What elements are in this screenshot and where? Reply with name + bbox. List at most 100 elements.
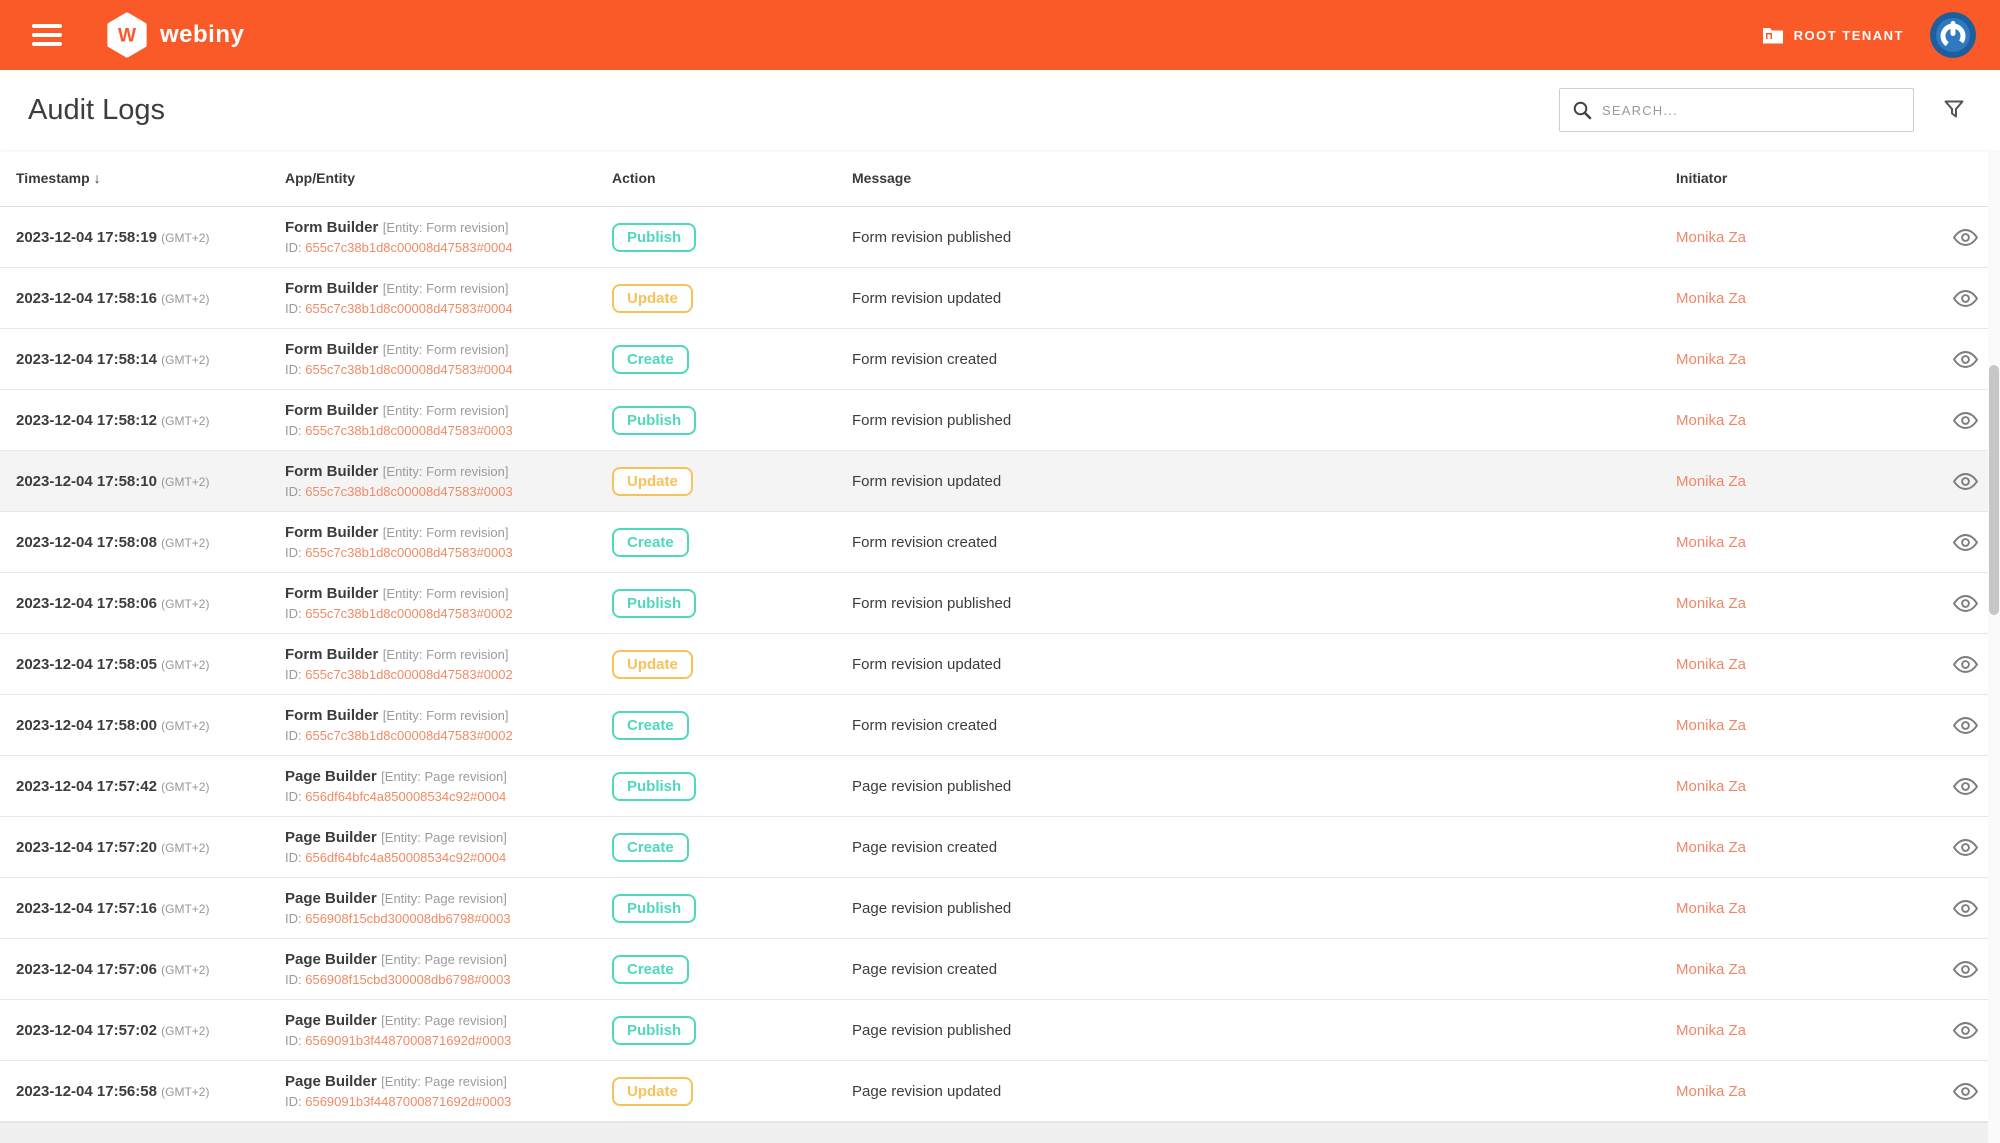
app-entity-cell: Page Builder [Entity: Page revision] ID:… xyxy=(285,948,612,990)
col-header-app-entity[interactable]: App/Entity xyxy=(285,170,612,186)
initiator-cell: Monika Za xyxy=(1676,1083,1930,1100)
action-cell: Update xyxy=(612,1077,852,1106)
table-row[interactable]: 2023-12-04 17:58:05 (GMT+2) Form Builder… xyxy=(0,634,2000,695)
brand-name: webiny xyxy=(160,21,244,49)
folder-icon xyxy=(1762,26,1784,44)
vertical-scrollbar-thumb[interactable] xyxy=(1989,365,1999,615)
message-cell: Form revision created xyxy=(852,534,1676,551)
table-row[interactable]: 2023-12-04 17:57:02 (GMT+2) Page Builder… xyxy=(0,1000,2000,1061)
message-cell: Page revision published xyxy=(852,1022,1676,1039)
app-entity-cell: Page Builder [Entity: Page revision] ID:… xyxy=(285,1070,612,1112)
action-cell: Update xyxy=(612,284,852,313)
webiny-logo[interactable]: W webiny xyxy=(104,12,244,58)
action-cell: Update xyxy=(612,467,852,496)
action-cell: Publish xyxy=(612,772,852,801)
message-cell: Page revision published xyxy=(852,778,1676,795)
table-row[interactable]: 2023-12-04 17:56:58 (GMT+2) Page Builder… xyxy=(0,1061,2000,1122)
search-box[interactable] xyxy=(1559,88,1914,132)
initiator-cell: Monika Za xyxy=(1676,1022,1930,1039)
table-row[interactable]: 2023-12-04 17:58:00 (GMT+2) Form Builder… xyxy=(0,695,2000,756)
filter-funnel-icon xyxy=(1942,98,1966,122)
timestamp-cell: 2023-12-04 17:57:20 (GMT+2) xyxy=(16,839,285,856)
action-badge: Publish xyxy=(612,223,696,252)
message-cell: Form revision published xyxy=(852,595,1676,612)
table-row[interactable]: 2023-12-04 17:58:16 (GMT+2) Form Builder… xyxy=(0,268,2000,329)
message-cell: Page revision created xyxy=(852,961,1676,978)
timestamp-cell: 2023-12-04 17:58:00 (GMT+2) xyxy=(16,717,285,734)
col-header-message[interactable]: Message xyxy=(852,170,1676,186)
menu-hamburger-icon[interactable] xyxy=(32,24,62,46)
action-cell: Publish xyxy=(612,223,852,252)
app-entity-cell: Form Builder [Entity: Form revision] ID:… xyxy=(285,399,612,441)
action-badge: Create xyxy=(612,711,689,740)
table-row[interactable]: 2023-12-04 17:58:14 (GMT+2) Form Builder… xyxy=(0,329,2000,390)
app-entity-cell: Form Builder [Entity: Form revision] ID:… xyxy=(285,643,612,685)
filter-button[interactable] xyxy=(1942,98,1966,122)
app-entity-cell: Page Builder [Entity: Page revision] ID:… xyxy=(285,1009,612,1051)
action-badge: Create xyxy=(612,833,689,862)
action-badge: Publish xyxy=(612,589,696,618)
timestamp-cell: 2023-12-04 17:58:06 (GMT+2) xyxy=(16,595,285,612)
table-row[interactable]: 2023-12-04 17:57:20 (GMT+2) Page Builder… xyxy=(0,817,2000,878)
table-row[interactable]: 2023-12-04 17:58:06 (GMT+2) Form Builder… xyxy=(0,573,2000,634)
message-cell: Form revision updated xyxy=(852,290,1676,307)
app-entity-cell: Form Builder [Entity: Form revision] ID:… xyxy=(285,338,612,380)
search-input[interactable] xyxy=(1602,103,1901,118)
message-cell: Page revision published xyxy=(852,900,1676,917)
table-row[interactable]: 2023-12-04 17:58:10 (GMT+2) Form Builder… xyxy=(0,451,2000,512)
app-entity-cell: Page Builder [Entity: Page revision] ID:… xyxy=(285,765,612,807)
table-row[interactable]: 2023-12-04 17:58:19 (GMT+2) Form Builder… xyxy=(0,207,2000,268)
col-header-initiator[interactable]: Initiator xyxy=(1676,170,1930,186)
svg-text:W: W xyxy=(118,26,137,47)
action-cell: Create xyxy=(612,955,852,984)
table-row[interactable]: 2023-12-04 17:57:06 (GMT+2) Page Builder… xyxy=(0,939,2000,1000)
action-cell: Publish xyxy=(612,894,852,923)
initiator-cell: Monika Za xyxy=(1676,656,1930,673)
initiator-cell: Monika Za xyxy=(1676,778,1930,795)
message-cell: Form revision created xyxy=(852,351,1676,368)
action-badge: Update xyxy=(612,284,693,313)
timestamp-cell: 2023-12-04 17:58:16 (GMT+2) xyxy=(16,290,285,307)
action-cell: Create xyxy=(612,528,852,557)
action-badge: Update xyxy=(612,467,693,496)
app-entity-cell: Form Builder [Entity: Form revision] ID:… xyxy=(285,216,612,258)
app-entity-cell: Page Builder [Entity: Page revision] ID:… xyxy=(285,826,612,868)
table-row[interactable]: 2023-12-04 17:57:16 (GMT+2) Page Builder… xyxy=(0,878,2000,939)
timestamp-cell: 2023-12-04 17:58:14 (GMT+2) xyxy=(16,351,285,368)
timestamp-cell: 2023-12-04 17:58:05 (GMT+2) xyxy=(16,656,285,673)
message-cell: Form revision published xyxy=(852,412,1676,429)
user-avatar[interactable] xyxy=(1930,12,1976,58)
message-cell: Page revision created xyxy=(852,839,1676,856)
initiator-cell: Monika Za xyxy=(1676,473,1930,490)
timestamp-cell: 2023-12-04 17:57:16 (GMT+2) xyxy=(16,900,285,917)
initiator-cell: Monika Za xyxy=(1676,351,1930,368)
col-header-timestamp[interactable]: Timestamp↓ xyxy=(16,170,285,186)
sort-desc-icon: ↓ xyxy=(94,170,101,186)
action-cell: Publish xyxy=(612,1016,852,1045)
action-cell: Create xyxy=(612,345,852,374)
audit-log-list: 2023-12-04 17:58:19 (GMT+2) Form Builder… xyxy=(0,207,2000,1122)
col-header-action[interactable]: Action xyxy=(612,170,852,186)
action-badge: Create xyxy=(612,955,689,984)
initiator-cell: Monika Za xyxy=(1676,290,1930,307)
action-cell: Publish xyxy=(612,589,852,618)
page-toolbar: Audit Logs xyxy=(0,70,2000,150)
horizontal-scrollbar-track[interactable] xyxy=(0,1122,2000,1143)
timestamp-cell: 2023-12-04 17:58:12 (GMT+2) xyxy=(16,412,285,429)
app-entity-cell: Form Builder [Entity: Form revision] ID:… xyxy=(285,277,612,319)
tenant-selector[interactable]: ROOT TENANT xyxy=(1762,26,1904,44)
action-badge: Create xyxy=(612,528,689,557)
action-cell: Publish xyxy=(612,406,852,435)
app-entity-cell: Page Builder [Entity: Page revision] ID:… xyxy=(285,887,612,929)
table-row[interactable]: 2023-12-04 17:57:42 (GMT+2) Page Builder… xyxy=(0,756,2000,817)
initiator-cell: Monika Za xyxy=(1676,961,1930,978)
table-row[interactable]: 2023-12-04 17:58:12 (GMT+2) Form Builder… xyxy=(0,390,2000,451)
table-row[interactable]: 2023-12-04 17:58:08 (GMT+2) Form Builder… xyxy=(0,512,2000,573)
action-badge: Publish xyxy=(612,406,696,435)
power-avatar-icon xyxy=(1930,12,1976,58)
tenant-label: ROOT TENANT xyxy=(1794,28,1904,43)
action-cell: Create xyxy=(612,711,852,740)
action-badge: Publish xyxy=(612,894,696,923)
vertical-scrollbar-track[interactable] xyxy=(1988,150,2000,1143)
message-cell: Page revision updated xyxy=(852,1083,1676,1100)
